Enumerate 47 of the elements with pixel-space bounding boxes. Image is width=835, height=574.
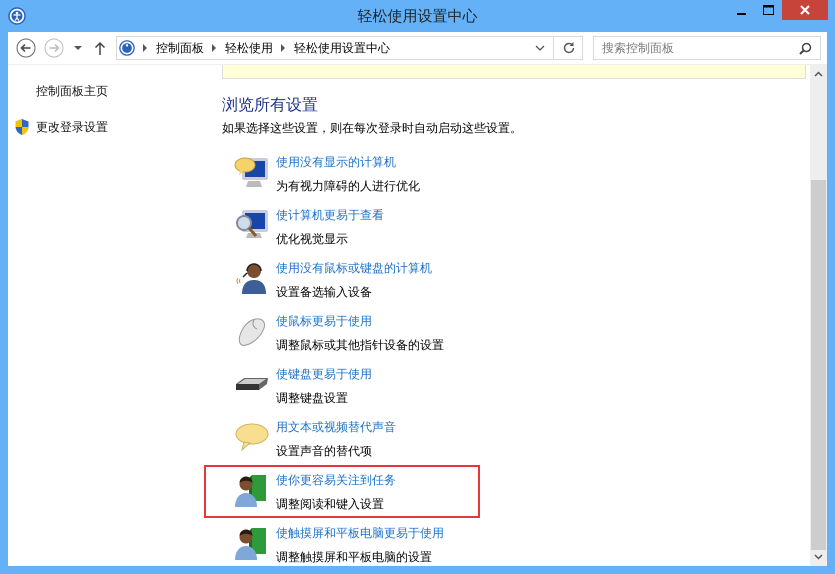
setting-description: 调整键盘设置 [276, 390, 349, 407]
accessibility-icon [8, 7, 26, 25]
setting-link[interactable]: 使用没有鼠标或键盘的计算机 [276, 260, 432, 277]
sidebar-link[interactable]: 更改登录设置 [36, 118, 108, 136]
scroll-up-icon [814, 71, 823, 77]
section-description: 如果选择这些设置，则在每次登录时自动启动这些设置。 [222, 120, 523, 137]
keyboard-icon [234, 377, 270, 391]
maximize-icon [763, 5, 774, 15]
chevron-icon [212, 44, 217, 52]
caret-icon [74, 46, 82, 50]
minimize-icon [737, 12, 746, 14]
setting-description: 优化视觉显示 [276, 231, 349, 248]
scrollbar[interactable] [810, 65, 827, 566]
setting-link[interactable]: 使触摸屏和平板电脑更易于使用 [276, 525, 444, 542]
setting-link[interactable]: 使键盘更易于使用 [276, 366, 372, 383]
up-arrow-icon [94, 41, 106, 55]
sidebar-link[interactable]: 控制面板主页 [36, 83, 108, 100]
search-icon [799, 42, 812, 55]
address-bar[interactable]: 控制面板 轻松使用 轻松使用设置中心 [116, 36, 583, 60]
close-icon [800, 5, 810, 15]
accessibility-icon [119, 40, 135, 56]
breadcrumb-item[interactable]: 轻松使用设置中心 [294, 40, 390, 56]
chevron-icon [281, 44, 286, 52]
setting-description: 调整阅读和键入设置 [276, 496, 385, 513]
shield-icon [14, 118, 30, 136]
window-title: 轻松使用设置中心 [358, 7, 478, 26]
scrollbar-thumb[interactable] [811, 180, 826, 550]
setting-description: 为有视力障碍的人进行优化 [276, 178, 420, 195]
setting-link[interactable]: 使鼠标更易于使用 [276, 313, 444, 330]
setting-link[interactable]: 用文本或视频替代声音 [276, 419, 396, 436]
search-field[interactable]: 搜索控制面板 [593, 36, 821, 60]
refresh-icon [562, 41, 576, 55]
setting-link[interactable]: 使计算机更易于查看 [276, 207, 384, 224]
setting-link[interactable]: 使你更容易关注到任务 [276, 472, 396, 489]
setting-description: 调整触摸屏和平板电脑的设置 [276, 549, 433, 566]
section-heading: 浏览所有设置 [222, 95, 319, 116]
close-button[interactable] [782, 0, 828, 20]
back-button[interactable] [14, 36, 38, 60]
breadcrumb-item[interactable]: 轻松使用 [225, 40, 273, 56]
breadcrumb-item[interactable]: 控制面板 [156, 40, 204, 56]
setting-description: 设置声音的替代项 [276, 443, 373, 460]
setting-description: 设置备选输入设备 [276, 284, 373, 301]
scroll-down-icon [814, 554, 823, 560]
dropdown-icon [535, 45, 545, 51]
setting-description: 调整鼠标或其他指针设备的设置 [276, 337, 444, 354]
setting-link[interactable]: 使用没有显示的计算机 [276, 154, 420, 171]
chevron-icon [143, 44, 148, 52]
